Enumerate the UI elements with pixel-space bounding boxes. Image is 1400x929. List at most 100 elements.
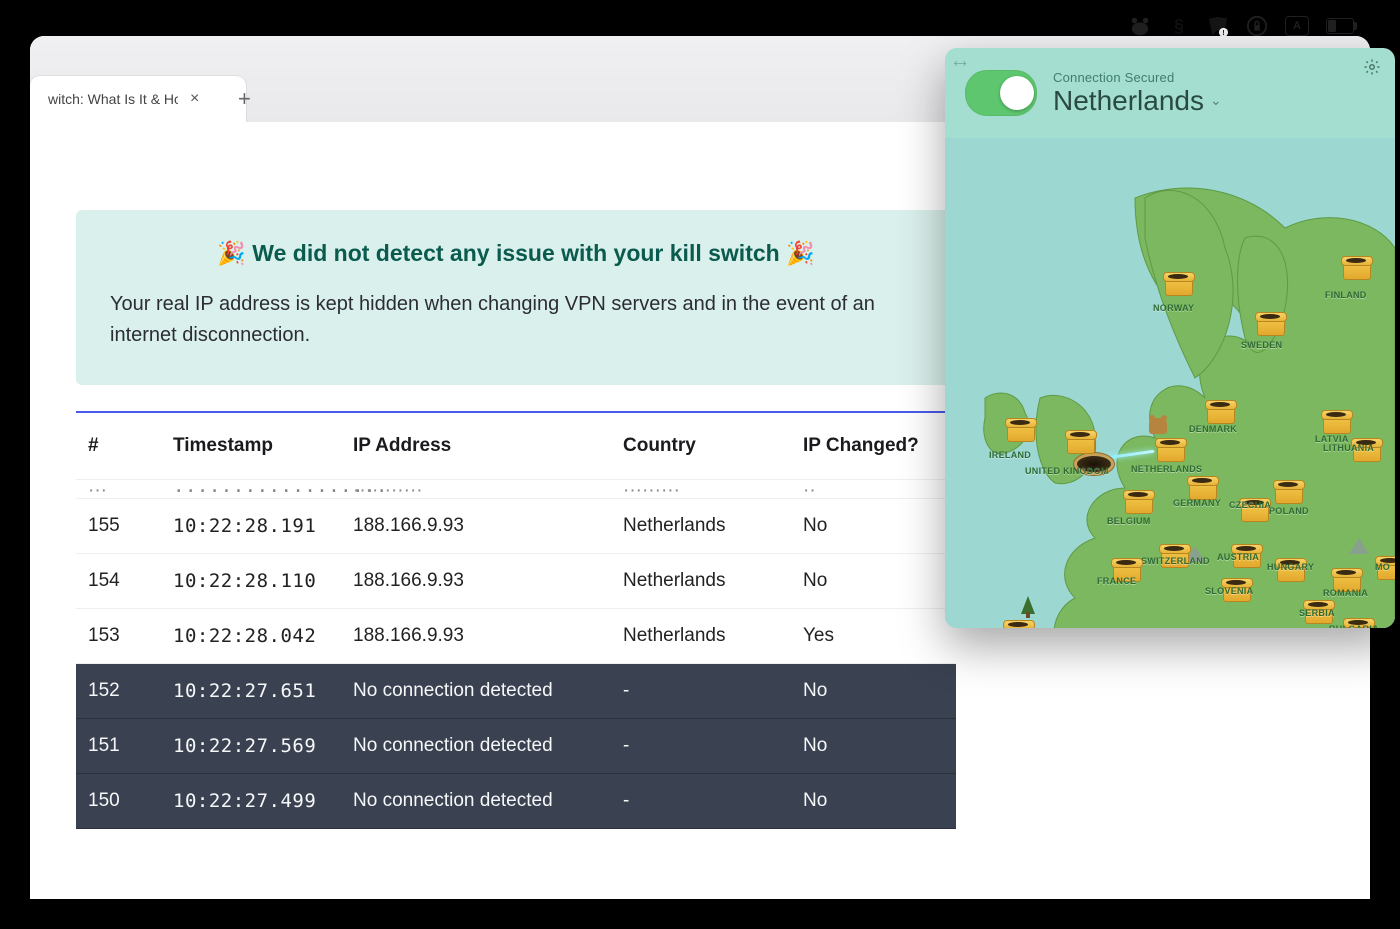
country-tunnel[interactable] xyxy=(1323,410,1349,434)
malware-icon[interactable]: ! xyxy=(1207,15,1229,37)
table-row: 15310:22:28.042188.166.9.93NetherlandsYe… xyxy=(76,609,956,664)
country-tunnel[interactable] xyxy=(1275,480,1301,504)
country-label: HUNGARY xyxy=(1267,562,1314,572)
tunnelbear-menubar-icon[interactable] xyxy=(1129,15,1151,37)
country-label: ROMANIA xyxy=(1323,588,1368,598)
cell-num: 151 xyxy=(88,735,173,757)
cell-country: - xyxy=(623,790,803,812)
country-label: SWITZERLAND xyxy=(1141,556,1210,566)
country-label: GERMANY xyxy=(1173,498,1221,508)
country-label: FINLAND xyxy=(1325,290,1367,300)
country-tunnel[interactable] xyxy=(1007,418,1033,442)
banner-heading: 🎉 We did not detect any issue with your … xyxy=(110,240,922,267)
country-tunnel[interactable] xyxy=(1189,476,1215,500)
country-tunnel[interactable] xyxy=(1207,400,1233,424)
cell-country: Netherlands xyxy=(623,625,803,647)
chevron-down-icon: ⌄ xyxy=(1210,92,1222,109)
col-changed: IP Changed? xyxy=(803,435,944,457)
country-label: SWEDEN xyxy=(1241,340,1282,350)
lock-badge-icon[interactable] xyxy=(1246,15,1268,37)
result-banner: 🎉 We did not detect any issue with your … xyxy=(76,210,956,385)
table-row: 15210:22:27.651No connection detected-No xyxy=(76,664,956,719)
country-tunnel[interactable] xyxy=(1257,312,1283,336)
country-tunnel[interactable] xyxy=(1067,430,1093,454)
country-label: NORWAY xyxy=(1153,303,1194,313)
cell-changed: No xyxy=(803,790,944,812)
cell-timestamp: 10:22:27.499 xyxy=(173,790,353,812)
vpn-map[interactable]: NORWAYSWEDENFINLANDLATVIALITHUANIADENMAR… xyxy=(945,138,1395,628)
cell-changed: No xyxy=(803,570,944,592)
country-label: FRANCE xyxy=(1097,576,1136,586)
cell-country: Netherlands xyxy=(623,570,803,592)
col-ip: IP Address xyxy=(353,435,623,457)
cell-country: Netherlands xyxy=(623,515,803,537)
country-label: AUSTRIA xyxy=(1217,552,1259,562)
country-tunnel[interactable] xyxy=(1005,620,1031,628)
cell-changed: No xyxy=(803,735,944,757)
cell-timestamp: 10:22:27.569 xyxy=(173,735,353,757)
country-label: IRELAND xyxy=(989,450,1031,460)
col-country: Country xyxy=(623,435,803,457)
country-label: SERBIA xyxy=(1299,608,1335,618)
country-label: MO xyxy=(1375,562,1390,572)
cell-num: 153 xyxy=(88,625,173,647)
table-row: 15410:22:28.110188.166.9.93NetherlandsNo xyxy=(76,554,956,609)
country-label: POLAND xyxy=(1269,506,1309,516)
cell-ip: No connection detected xyxy=(353,680,623,702)
country-label: DENMARK xyxy=(1189,424,1237,434)
battery-icon[interactable] xyxy=(1326,18,1354,34)
cell-ip: 188.166.9.93 xyxy=(353,515,623,537)
cell-changed: Yes xyxy=(803,625,944,647)
country-label: BULGARIA xyxy=(1329,624,1379,628)
cell-changed: No xyxy=(803,680,944,702)
country-tunnel[interactable] xyxy=(1125,490,1151,514)
country-label: NETHERLANDS xyxy=(1131,464,1202,474)
cell-country: - xyxy=(623,680,803,702)
vpn-popover: ⤢ Connection Secured Netherlands ⌄ xyxy=(945,48,1395,628)
col-ts: Timestamp xyxy=(173,435,353,457)
cell-timestamp: 10:22:28.110 xyxy=(173,570,353,592)
vpn-status-label: Connection Secured xyxy=(1053,70,1222,85)
cell-timestamp: 10:22:28.191 xyxy=(173,515,353,537)
cell-num: 152 xyxy=(88,680,173,702)
new-tab-button[interactable]: + xyxy=(238,86,251,112)
col-num: # xyxy=(88,435,173,457)
tab-title: witch: What Is It & Hc xyxy=(48,91,178,107)
vpn-country-name: Netherlands xyxy=(1053,85,1204,117)
country-tunnel[interactable] xyxy=(1157,438,1183,462)
country-label: UNITED KINGDOM xyxy=(1025,466,1109,476)
table-row: 15510:22:28.191188.166.9.93NetherlandsNo xyxy=(76,499,956,554)
tunnelbear-mascot xyxy=(1149,418,1167,434)
vpn-toggle[interactable] xyxy=(965,70,1037,116)
table-row: 15110:22:27.569No connection detected-No xyxy=(76,719,956,774)
country-label: SLOVENIA xyxy=(1205,586,1253,596)
cell-ip: 188.166.9.93 xyxy=(353,625,623,647)
input-source-indicator[interactable]: A xyxy=(1285,16,1309,36)
tree-icon xyxy=(1021,596,1035,614)
cell-ip: 188.166.9.93 xyxy=(353,570,623,592)
table-header-row: # Timestamp IP Address Country IP Change… xyxy=(76,413,956,480)
banner-body: Your real IP address is kept hidden when… xyxy=(110,289,922,351)
cell-timestamp: 10:22:28.042 xyxy=(173,625,353,647)
browser-tab[interactable]: witch: What Is It & Hc × xyxy=(30,76,246,122)
cell-timestamp: 10:22:27.651 xyxy=(173,680,353,702)
log-table: # Timestamp IP Address Country IP Change… xyxy=(76,411,956,829)
cell-num: 155 xyxy=(88,515,173,537)
mountain-icon xyxy=(1349,538,1369,554)
close-tab-icon[interactable]: × xyxy=(190,90,199,108)
country-label: LITHUANIA xyxy=(1323,443,1374,453)
country-label: CZECHIA xyxy=(1229,500,1271,510)
cell-ip: No connection detected xyxy=(353,735,623,757)
vpn-country-selector[interactable]: Netherlands ⌄ xyxy=(1053,85,1222,117)
cell-country: - xyxy=(623,735,803,757)
country-tunnel[interactable] xyxy=(1165,272,1191,296)
country-label: BELGIUM xyxy=(1107,516,1151,526)
cell-num: 150 xyxy=(88,790,173,812)
cell-changed: No xyxy=(803,515,944,537)
table-row: 15010:22:27.499No connection detected-No xyxy=(76,774,956,829)
country-tunnel[interactable] xyxy=(1343,256,1369,280)
cell-num: 154 xyxy=(88,570,173,592)
table-row-partial: ········································… xyxy=(76,480,956,499)
cell-ip: No connection detected xyxy=(353,790,623,812)
section-icon[interactable]: § xyxy=(1168,15,1190,37)
